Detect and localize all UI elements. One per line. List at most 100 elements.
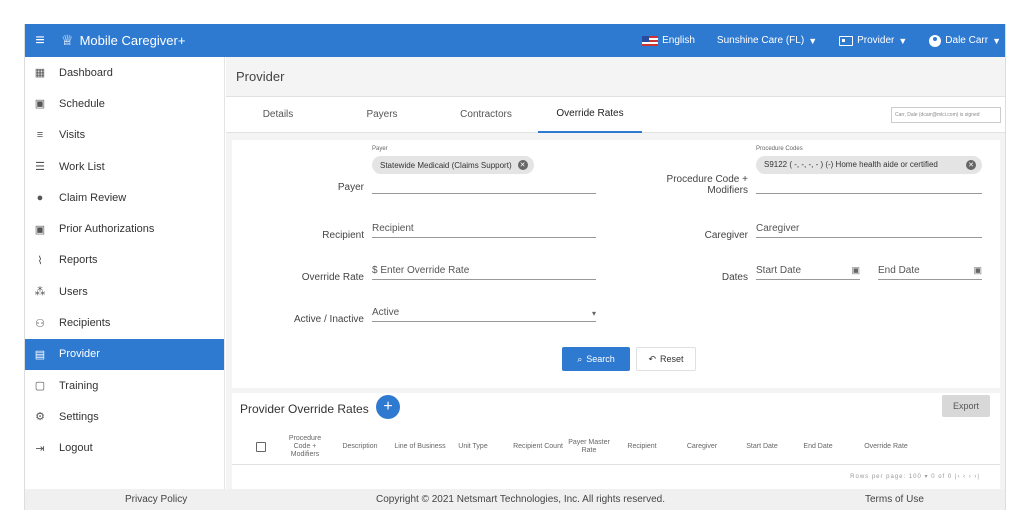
sidebar-item-label: Recipients [59, 317, 111, 330]
column-header[interactable]: Unit Type [450, 442, 496, 450]
table-header: Procedure Code + Modifiers Description L… [232, 429, 1000, 465]
list-icon: ☰ [35, 161, 45, 174]
override-rate-label: Override Rate [301, 272, 364, 283]
user-menu[interactable]: Dale Carr ▼ [929, 34, 1001, 47]
column-header[interactable]: Description [336, 442, 384, 450]
calendar-icon[interactable]: ▣ [973, 265, 982, 276]
menu-icon[interactable]: ≡ [25, 24, 55, 57]
sidebar-item-training[interactable]: ▢ Training [25, 370, 224, 401]
alert-icon: ● [36, 191, 44, 204]
select-all-checkbox[interactable] [256, 442, 266, 452]
section-title: Provider Override Rates [240, 402, 369, 416]
privacy-policy-link[interactable]: Privacy Policy [125, 494, 187, 505]
logout-icon: ⇥ [35, 442, 45, 455]
sidebar-item-logout[interactable]: ⇥ Logout [25, 433, 224, 464]
sidebar-item-work-list[interactable]: ☰ Work List [25, 151, 224, 182]
chevron-down-icon: ▼ [898, 35, 908, 46]
add-override-rate-button[interactable]: + [376, 395, 400, 419]
sidebar-item-label: Reports [59, 254, 98, 267]
sidebar-item-label: Claim Review [59, 191, 127, 204]
calendar-icon[interactable]: ▣ [851, 265, 860, 276]
column-header[interactable]: Recipient [620, 442, 664, 450]
search-button[interactable]: ⌕ Search [562, 347, 630, 371]
column-header[interactable]: Start Date [740, 442, 784, 450]
sidebar-item-label: Prior Authorizations [59, 223, 155, 236]
us-flag-icon [642, 35, 659, 46]
sidebar-item-settings[interactable]: ⚙ Settings [25, 401, 224, 432]
procedure-code-chip[interactable]: S9122 ( -, -, -, - ) (-) Home health aid… [756, 156, 982, 174]
dates-label: Dates [721, 272, 748, 283]
column-header[interactable]: Caregiver [680, 442, 724, 450]
reset-button[interactable]: ↶ Reset [636, 347, 696, 371]
clear-icon[interactable]: ✕ [966, 160, 976, 170]
organization-label: Sunshine Care (FL) [716, 35, 805, 46]
recipient-input[interactable]: Recipient [372, 218, 596, 238]
payer-field[interactable]: Payer Statewide Medicaid (Claims Support… [372, 144, 596, 194]
payer-chip[interactable]: Statewide Medicaid (Claims Support) ✕ [372, 156, 534, 174]
export-button[interactable]: Export [942, 395, 990, 417]
reset-button-label: Reset [660, 354, 684, 364]
column-header[interactable]: Line of Business [390, 442, 450, 450]
column-header[interactable]: Procedure Code + Modifiers [280, 434, 330, 458]
start-date-input[interactable]: Start Date ▣ [756, 260, 860, 280]
tab-contractors[interactable]: Contractors [434, 97, 538, 133]
column-header[interactable]: End Date [796, 442, 840, 450]
tab-details[interactable]: Details [226, 97, 330, 133]
caregiver-input[interactable]: Caregiver [756, 218, 982, 238]
sidebar-item-label: Users [59, 285, 88, 298]
users-icon: ⁂ [34, 286, 46, 299]
dropdown-arrow-icon: ▾ [591, 309, 596, 318]
main-content: Provider Details Payers Contractors Over… [226, 57, 1005, 489]
language-selector[interactable]: English [642, 35, 695, 46]
tab-payers[interactable]: Payers [330, 97, 434, 133]
chevron-down-icon: ▼ [992, 35, 1001, 46]
top-bar: ≡ ♕ Mobile Caregiver+ English Sunshine C… [25, 24, 1005, 57]
column-header[interactable]: Override Rate [856, 442, 916, 450]
sidebar-item-label: Work List [59, 160, 105, 173]
role-label: Provider [857, 35, 895, 46]
caregiver-label: Caregiver [704, 230, 748, 241]
sidebar-item-label: Logout [59, 442, 93, 455]
organization-selector[interactable]: Sunshine Care (FL) ▼ [717, 35, 817, 46]
role-selector[interactable]: Provider ▼ [839, 35, 907, 46]
language-label: English [662, 35, 695, 46]
sidebar-item-dashboard[interactable]: ▦ Dashboard [25, 57, 224, 88]
sidebar-item-visits[interactable]: ≡ Visits [25, 120, 224, 151]
page-footer: Privacy Policy Copyright © 2021 Netsmart… [25, 489, 1005, 510]
chart-line-icon: ⌇ [37, 254, 43, 267]
training-icon: ▢ [34, 380, 46, 393]
payer-chip-label: Statewide Medicaid (Claims Support) [380, 160, 512, 170]
clear-icon[interactable]: ✕ [517, 160, 528, 170]
procedure-code-label-line: Procedure Code + [666, 174, 748, 185]
override-rate-input[interactable]: $ Enter Override Rate [372, 260, 596, 280]
app-title: Mobile Caregiver+ [79, 33, 186, 48]
sidebar-item-schedule[interactable]: ▣ Schedule [25, 88, 224, 119]
dashboard-icon: ▦ [34, 67, 46, 80]
sidebar-item-claim-review[interactable]: ● Claim Review [25, 182, 224, 213]
sidebar-item-recipients[interactable]: ⚇ Recipients [25, 307, 224, 338]
sidebar-item-provider[interactable]: ▤ Provider [25, 338, 224, 370]
signed-in-note: Carr, Dale (dcarr@mlci.com) is signed [891, 107, 1001, 123]
end-date-input[interactable]: End Date ▣ [878, 260, 982, 280]
column-header[interactable]: Recipient Count [508, 442, 568, 450]
procedure-codes-field[interactable]: Procedure Codes S9122 ( -, -, -, - ) (-)… [756, 144, 982, 194]
active-inactive-select[interactable]: Active ▾ [372, 302, 596, 322]
app-brand[interactable]: ♕ Mobile Caregiver+ [61, 32, 185, 49]
search-icon: ⌕ [577, 353, 583, 364]
tab-override-rates[interactable]: Override Rates [538, 97, 642, 133]
start-date-placeholder: Start Date [756, 265, 802, 276]
provider-icon: ▤ [34, 348, 46, 361]
sidebar-item-users[interactable]: ⁂ Users [25, 276, 224, 307]
recipient-label: Recipient [322, 230, 364, 241]
gear-icon: ⚙ [35, 411, 45, 424]
sidebar-item-prior-authorizations[interactable]: ▣ Prior Authorizations [25, 213, 224, 244]
procedure-codes-caption: Procedure Codes [756, 146, 803, 152]
table-pagination[interactable]: Rows per page: 100 ▾ 0 of 0 |‹ ‹ › ›| [850, 473, 980, 480]
provider-badge-icon [839, 35, 854, 46]
terms-of-use-link[interactable]: Terms of Use [865, 494, 924, 505]
procedure-code-label: Procedure Code + Modifiers [632, 174, 748, 196]
chevron-down-icon: ▼ [808, 35, 818, 46]
sidebar-item-reports[interactable]: ⌇ Reports [25, 245, 224, 276]
column-header[interactable]: Payer Master Rate [568, 438, 610, 454]
tab-bar: Details Payers Contractors Override Rate… [226, 97, 1005, 133]
